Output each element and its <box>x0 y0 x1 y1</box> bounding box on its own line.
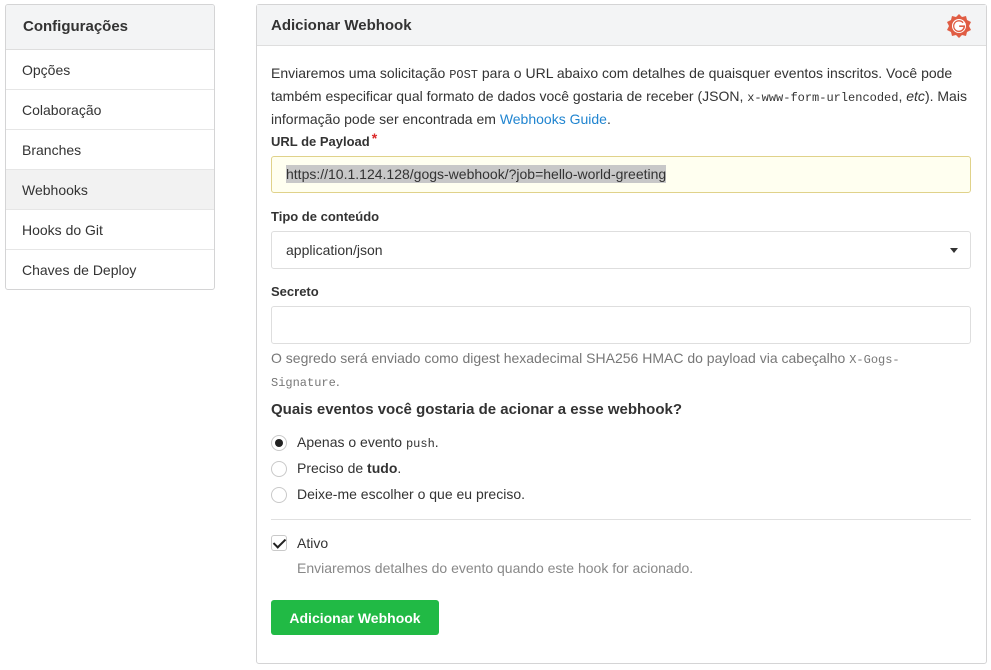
sidebar-item-colaboracao[interactable]: Colaboração <box>6 90 214 130</box>
active-label: Ativo <box>297 535 329 551</box>
required-mark: * <box>371 130 378 146</box>
dropdown-caret-icon <box>950 248 958 253</box>
radio-choose[interactable] <box>271 487 287 503</box>
content-type-label: Tipo de conteúdo <box>271 209 380 224</box>
label-part: Apenas o evento <box>297 434 406 450</box>
panel-title: Adicionar Webhook <box>271 17 412 34</box>
payload-url-input[interactable]: https://10.1.124.128/gogs-webhook/?job=h… <box>271 156 971 193</box>
format-code: x-www-form-urlencoded <box>747 91 899 105</box>
secret-input[interactable] <box>271 306 971 344</box>
gogs-logo-icon <box>947 14 971 38</box>
payload-url-value: https://10.1.124.128/gogs-webhook/?job=h… <box>286 165 667 183</box>
post-code: POST <box>449 68 478 82</box>
etc-text: etc <box>906 88 925 104</box>
divider <box>271 519 971 520</box>
header-code: Signature <box>271 376 336 390</box>
secret-label: Secreto <box>271 284 319 299</box>
add-webhook-button[interactable]: Adicionar Webhook <box>271 600 439 635</box>
sidebar-item-opcoes[interactable]: Opções <box>6 50 214 90</box>
secret-help-text: O segredo será enviado como digest hexad… <box>271 348 971 394</box>
event-option-label: Apenas o evento push. <box>297 434 439 451</box>
intro-part: Enviaremos uma solicitação <box>271 65 450 81</box>
label-part: . <box>397 460 402 476</box>
radio-everything[interactable] <box>271 461 287 477</box>
secret-help-part: . <box>335 373 340 389</box>
add-webhook-panel: Adicionar Webhook Enviaremos uma solicit… <box>256 4 987 664</box>
sidebar-item-webhooks[interactable]: Webhooks <box>6 170 214 210</box>
header-code: X-Gogs- <box>849 353 900 367</box>
event-option-label: Deixe-me escolher o que eu preciso. <box>297 486 526 502</box>
active-checkbox[interactable] <box>271 535 287 551</box>
content-type-select[interactable]: application/json <box>271 231 971 269</box>
push-code: push <box>405 437 435 451</box>
content-type-value: application/json <box>286 242 383 258</box>
sidebar-item-branches[interactable]: Branches <box>6 130 214 170</box>
payload-url-label: URL de Payload * <box>271 130 378 149</box>
sidebar-item-deploy-keys[interactable]: Chaves de Deploy <box>6 250 214 289</box>
active-help-text: Enviaremos detalhes do evento quando est… <box>297 560 694 576</box>
secret-help-part: O segredo será enviado como digest hexad… <box>271 350 850 366</box>
sidebar-title: Configurações <box>6 5 214 50</box>
everything-bold: tudo <box>367 460 398 476</box>
webhooks-guide-link[interactable]: Webhooks Guide <box>500 111 607 127</box>
sidebar-item-hooks-git[interactable]: Hooks do Git <box>6 210 214 250</box>
panel-header: Adicionar Webhook <box>257 5 986 46</box>
payload-url-label-text: URL de Payload <box>271 134 370 149</box>
events-question: Quais eventos você gostaria de acionar a… <box>271 401 682 418</box>
intro-text: Enviaremos uma solicitação POST para o U… <box>271 63 976 130</box>
intro-part: . <box>606 111 611 127</box>
settings-sidebar: Configurações Opções Colaboração Branche… <box>5 4 215 290</box>
event-option-label: Preciso de tudo. <box>297 460 401 476</box>
label-part: Preciso de <box>297 460 368 476</box>
radio-push-only[interactable] <box>271 435 287 451</box>
label-part: . <box>434 434 439 450</box>
